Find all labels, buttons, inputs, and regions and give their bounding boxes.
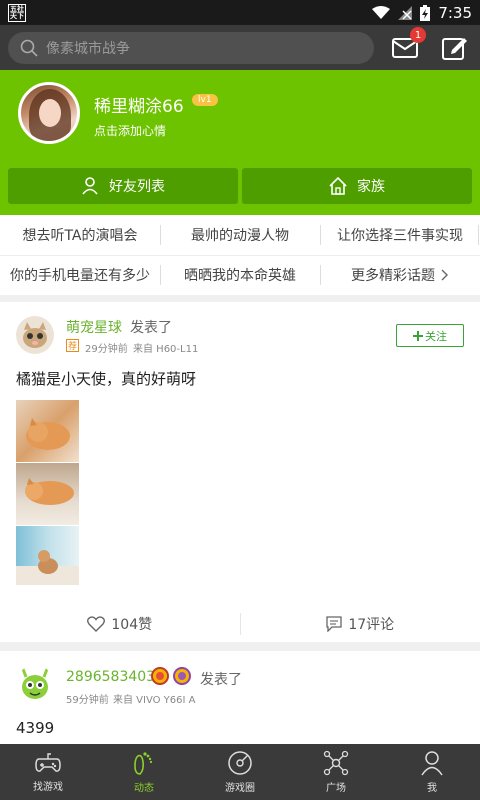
topic-item[interactable]: 最帅的动漫人物 [160,215,320,255]
post-author-avatar[interactable] [16,665,54,703]
medal-icon [173,667,191,685]
battery-charging-icon [420,4,431,21]
post-text: 4399 [16,719,55,737]
nav-label: 找游戏 [33,782,63,793]
no-signal-icon [398,5,413,20]
post-author-name[interactable]: 萌宠星球 [66,317,122,337]
post-time: 29分钟前 [85,344,128,355]
nav-activity[interactable]: 动态 [96,744,192,800]
home-icon [329,177,347,195]
family-label: 家族 [357,179,385,195]
comment-count: 17评论 [348,617,395,633]
post-device: 来自 H60-L11 [133,344,199,355]
nav-label: 游戏圈 [225,783,255,794]
recommended-badge: 荐 [66,339,79,352]
nav-label: 我 [427,783,437,794]
post-action-text: 发表了 [130,320,172,336]
gamepad-icon [35,753,61,772]
topic-item[interactable]: 晒晒我的本命英雄 [160,255,320,295]
profile-header: 稀里糊涂66 lv1 点击添加心情 好友列表 家族 [0,70,480,215]
hot-topics: 想去听TA的演唱会 最帅的动漫人物 让你选择三件事实现 你的手机电量还有多少 晒… [0,215,480,295]
follow-label: 关注 [425,329,447,343]
post-time: 59分钟前 [66,695,109,706]
nav-square[interactable]: 广场 [288,744,384,800]
nav-label: 动态 [134,783,154,794]
compose-button[interactable] [440,33,470,63]
level-badge: lv1 [192,94,218,106]
search-icon [20,39,38,57]
bottom-nav: 找游戏 动态 游戏圈 广场 我 [0,744,480,800]
more-topics-link[interactable]: 更多精彩话题 [320,255,480,295]
wifi-icon [372,5,391,19]
plus-icon [413,330,423,341]
person-icon [82,177,98,195]
friends-list-label: 好友列表 [109,179,165,195]
comment-icon [326,616,342,632]
post-image[interactable] [16,400,79,462]
topic-item[interactable]: 让你选择三件事实现 [320,215,480,255]
post-actions: 104赞 17评论 [0,606,480,642]
user-icon [421,751,443,776]
username[interactable]: 稀里糊涂66 [94,92,184,117]
search-placeholder: 像素城市战争 [46,40,130,57]
post-action-text: 发表了 [200,672,242,688]
comment-button[interactable]: 17评论 [241,614,480,634]
nav-label: 广场 [326,783,346,794]
app-notification-icon: 五社 天下 [8,3,26,22]
friends-list-button[interactable]: 好友列表 [8,168,238,204]
circle-game-icon [228,751,252,775]
search-input[interactable]: 像素城市战争 [8,31,374,64]
post-image[interactable] [16,463,79,525]
like-button[interactable]: 104赞 [0,614,240,634]
top-bar: 像素城市战争 1 [0,25,480,70]
status-time: 7:35 [438,3,472,22]
post-device: 来自 VIVO Y66I A [113,695,196,706]
status-bar: 五社 天下 7:35 [0,0,480,25]
mood-prompt[interactable]: 点击添加心情 [94,122,166,139]
chevron-right-icon [441,269,448,281]
nav-find-games[interactable]: 找游戏 [0,744,96,800]
medal-icon [151,667,169,685]
family-button[interactable]: 家族 [242,168,472,204]
post-text: 橘猫是小天使，真的好萌呀 [16,370,197,388]
like-count: 104赞 [111,617,153,633]
edit-icon [442,38,467,60]
post-author-avatar[interactable] [16,316,54,354]
footprint-icon [134,752,153,775]
topic-item[interactable]: 想去听TA的演唱会 [0,215,160,255]
nav-me[interactable]: 我 [384,744,480,800]
feed-post: 萌宠星球 发表了 荐 29分钟前 来自 H60-L11 关注 橘猫是小天使，真的… [0,302,480,642]
post-author-name[interactable]: 2896583403 [66,669,155,685]
follow-button[interactable]: 关注 [396,324,464,347]
messages-button[interactable]: 1 [390,27,426,63]
post-image[interactable] [16,526,79,585]
topic-item[interactable]: 你的手机电量还有多少 [0,255,160,295]
feed-post: 2896583403 发表了 59分钟前 来自 VIVO Y66I A 4399 [0,651,480,744]
network-icon [323,750,349,776]
nav-game-circle[interactable]: 游戏圈 [192,744,288,800]
user-avatar[interactable] [18,82,80,144]
message-count-badge: 1 [410,27,426,43]
more-topics-label: 更多精彩话题 [351,268,435,284]
heart-icon [87,616,106,632]
